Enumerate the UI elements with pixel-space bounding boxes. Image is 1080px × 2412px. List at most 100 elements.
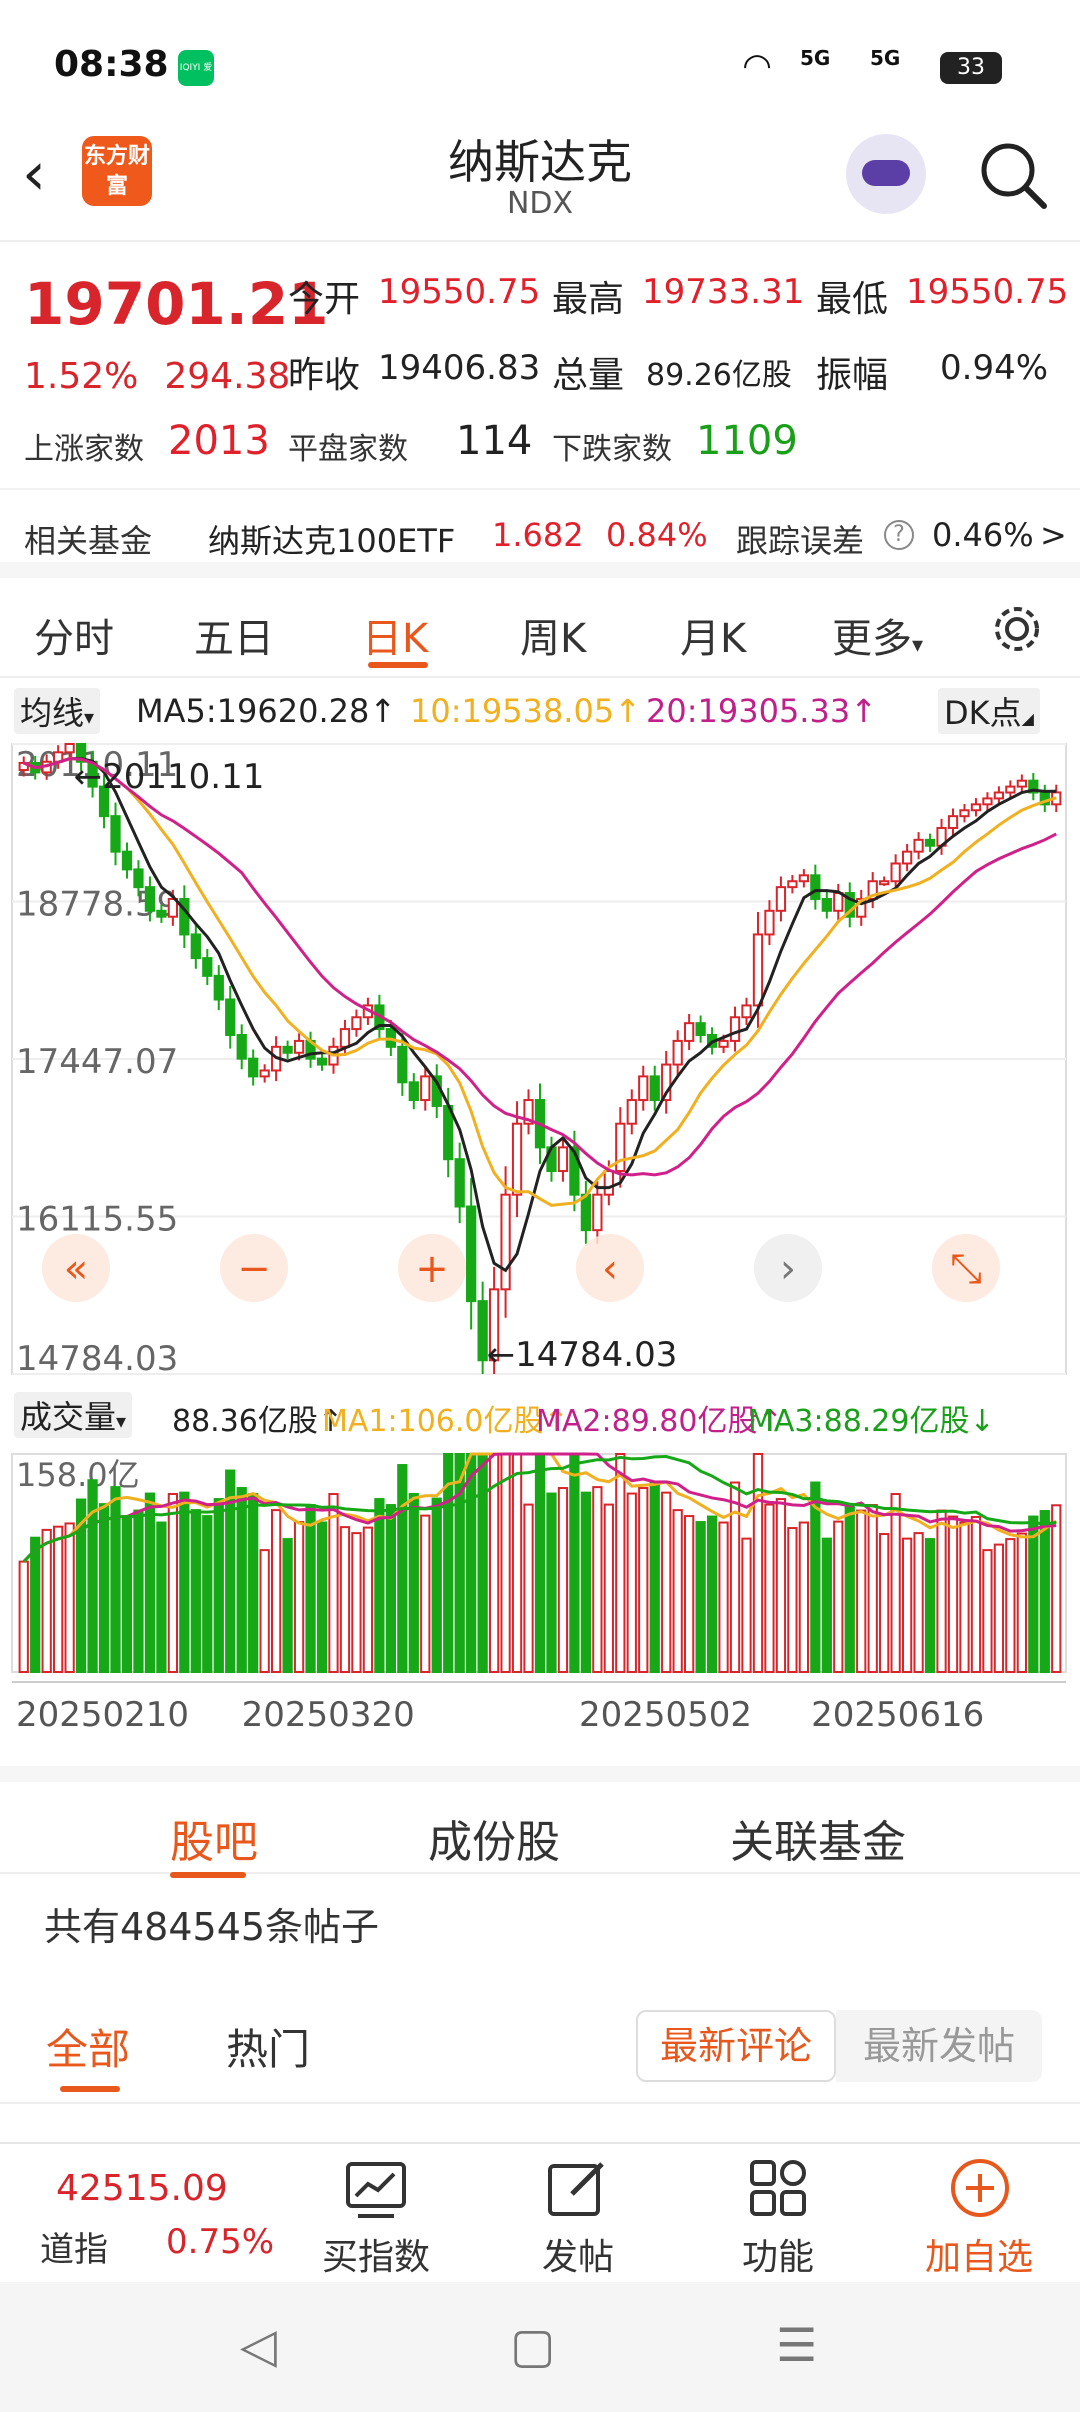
tab-5day[interactable]: 五日 [194, 606, 274, 664]
amplitude-value: 0.94% [940, 348, 1049, 388]
filter-hot[interactable]: 热门 [226, 2016, 310, 2077]
x-tick-label: 20250320 [242, 1695, 415, 1735]
tracking-error-value: 0.46% [932, 516, 1034, 554]
settings-gear-icon[interactable] [990, 602, 1044, 656]
dk-point-toggle[interactable]: DK点◢ [938, 688, 1040, 734]
nav-menu-icon[interactable]: ☰ [776, 2318, 817, 2372]
tab-daily-k[interactable]: 日K [362, 606, 428, 664]
volume-bar [557, 1487, 569, 1674]
change-pct: 1.52% 294.38 [24, 356, 291, 397]
amplitude-label: 振幅 [816, 355, 889, 396]
battery-icon: 33 [940, 52, 1002, 84]
candle-up [684, 1022, 695, 1042]
post-label[interactable]: 发帖 [518, 2228, 638, 2280]
sort-latest-comment[interactable]: 最新评论 [636, 2010, 836, 2082]
fund-price: 1.682 [492, 516, 584, 554]
volume-bar [121, 1515, 133, 1673]
dow-index-value[interactable]: 42515.09 [56, 2168, 228, 2209]
plus-icon-glyph[interactable]: + [415, 1246, 449, 1292]
tab-monthly-k[interactable]: 月K [680, 606, 746, 664]
related-fund-row[interactable]: 相关基金 纳斯达克100ETF 1.682 0.84% 跟踪误差 ? 0.46%… [0, 488, 1080, 578]
candle-up [259, 1069, 270, 1078]
candle-up [1005, 785, 1016, 794]
chart-trend-icon[interactable] [344, 2160, 408, 2220]
dow-index-pct[interactable]: 0.75% [166, 2222, 274, 2262]
chevron-right-icon: > [1040, 516, 1067, 554]
volume-bar [534, 1453, 546, 1673]
candle-up [718, 1039, 729, 1048]
fullscreen-icon-glyph[interactable]: ⤡ [950, 1246, 982, 1292]
volume-bar [259, 1549, 270, 1673]
candle-down [408, 1081, 419, 1102]
y-tick-label: 17447.07 [16, 1042, 178, 1082]
volume-bar [351, 1532, 362, 1673]
volume-bar [672, 1509, 683, 1673]
candle-up [775, 886, 787, 912]
candle-up [913, 838, 924, 853]
candle-down [454, 1158, 465, 1208]
advancers-label: 上涨家数 [24, 432, 144, 467]
volume-bar [316, 1521, 328, 1674]
candle-down [580, 1193, 592, 1232]
volume-ma3: MA3:88.29亿股↓ [748, 1404, 995, 1439]
candle-down [133, 868, 144, 889]
nav-home-icon[interactable]: ▢ [510, 2318, 555, 2374]
volume-bar [798, 1521, 809, 1674]
volume-selector[interactable]: 成交量▾ [14, 1392, 133, 1438]
help-icon[interactable]: ? [884, 520, 914, 550]
candle-up [959, 809, 970, 818]
y-tick-label: 16115.55 [16, 1200, 178, 1240]
prev-close-value: 19406.83 [378, 348, 541, 388]
volume-bar [821, 1537, 832, 1674]
next-icon-glyph[interactable]: › [780, 1246, 796, 1292]
volume-bar [179, 1491, 190, 1674]
volume-bar [1028, 1515, 1039, 1673]
buy-index-label[interactable]: 买指数 [316, 2228, 436, 2280]
candle-up [982, 797, 993, 806]
volume-bar [339, 1526, 351, 1673]
active-tab-indicator [368, 662, 428, 668]
candle-up [626, 1099, 637, 1125]
tab-related-funds[interactable]: 关联基金 [730, 1806, 906, 1870]
sort-latest-post[interactable]: 最新发帖 [836, 2010, 1042, 2082]
tab-intraday[interactable]: 分时 [34, 606, 114, 664]
last-price: 19701.21 [24, 270, 329, 338]
candle-up [293, 1039, 305, 1054]
volume-bar [523, 1503, 534, 1674]
volume-bar [30, 1536, 41, 1674]
volume-bar [385, 1504, 396, 1674]
candle-down [190, 933, 201, 960]
open-value: 19550.75 [378, 272, 541, 312]
dow-index-name[interactable]: 道指 [40, 2222, 108, 2271]
tab-guba[interactable]: 股吧 [170, 1806, 258, 1870]
search-icon[interactable] [978, 140, 1048, 210]
tab-constituents[interactable]: 成份股 [428, 1806, 560, 1870]
function-grid-icon[interactable] [748, 2158, 808, 2218]
active-subtab-indicator [170, 1872, 246, 1878]
volume-bar [144, 1492, 156, 1673]
function-label[interactable]: 功能 [718, 2228, 838, 2280]
edit-post-icon[interactable] [546, 2158, 608, 2220]
volume-bar [305, 1504, 316, 1674]
status-bar: 08:38 IQIYI 爱奇艺 ◠ 5G 5G 33 [0, 0, 1080, 120]
zoom-out-far-icon-glyph[interactable]: « [64, 1246, 88, 1292]
volume-bar [466, 1453, 477, 1673]
volume-bar [282, 1538, 293, 1674]
filter-all[interactable]: 全部 [46, 2016, 130, 2077]
volume-bar [1005, 1538, 1016, 1674]
candlestick-chart[interactable]: 20110.1118778.5917447.0716115.5514784.03… [0, 740, 1080, 1380]
volume-bar [982, 1549, 993, 1673]
nav-back-icon[interactable]: ◁ [240, 2318, 277, 2374]
tab-more[interactable]: 更多▾ [832, 606, 923, 664]
add-watchlist-icon[interactable] [948, 2156, 1012, 2220]
minus-icon-glyph[interactable]: − [237, 1246, 271, 1292]
assistant-robot-icon[interactable] [846, 134, 926, 214]
volume-bar [890, 1493, 901, 1673]
volume-bar [293, 1521, 305, 1674]
tab-weekly-k[interactable]: 周K [520, 606, 586, 664]
clock: 08:38 [54, 44, 169, 85]
ma-selector[interactable]: 均线▾ [14, 688, 101, 734]
candle-down [466, 1205, 477, 1303]
prev-icon-glyph[interactable]: ‹ [602, 1246, 618, 1292]
add-watchlist-label[interactable]: 加自选 [914, 2228, 1044, 2280]
